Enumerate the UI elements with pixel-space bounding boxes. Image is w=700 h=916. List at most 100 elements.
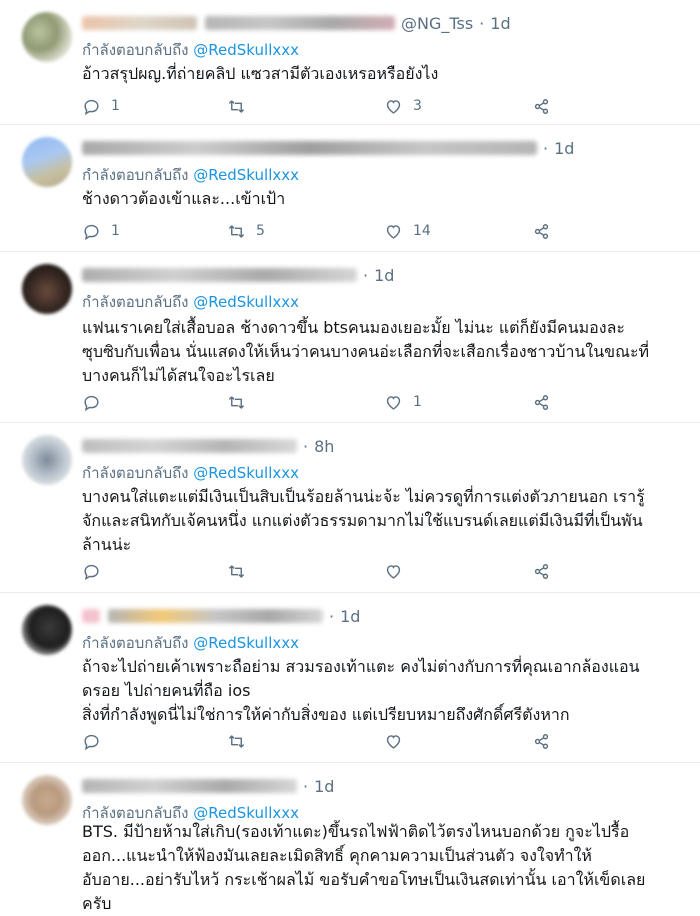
retweet-icon (228, 99, 245, 113)
like-button[interactable] (384, 559, 413, 583)
reply-icon (84, 395, 99, 411)
reply-button[interactable] (82, 390, 111, 414)
share-button[interactable] (532, 559, 551, 583)
timestamp[interactable]: 1d (340, 607, 360, 626)
tweet-header: @NG_Tss · 1d (82, 12, 511, 34)
reply-button[interactable]: 1 (82, 94, 120, 118)
avatar[interactable] (22, 775, 72, 825)
tweet-text: อ้าวสรุปผญ.ที่ถ่ายคลิป แซวสามีตัวเองเหรอ… (82, 62, 672, 86)
tweet-text: บางคนใส่แตะแต่มีเงินเป็นสิบเป็นร้อยล้านน… (82, 485, 672, 557)
tweet-text-line: ดรอย ไปถ่ายคนที่ถือ ios (82, 681, 251, 700)
timestamp[interactable]: 1d (554, 139, 574, 158)
replying-to: กำลังตอบกลับถึง @RedSkullxxx (82, 290, 299, 314)
share-button[interactable] (532, 729, 551, 753)
action-bar: 1 3 (82, 94, 562, 118)
redacted-display-name[interactable] (108, 609, 323, 623)
retweet-icon (228, 734, 245, 748)
separator-dot: · (329, 606, 335, 626)
like-icon (386, 99, 401, 114)
share-icon (534, 98, 549, 114)
tweet-text-line: ล้านน่ะ (82, 535, 132, 554)
replying-to: กำลังตอบกลับถึง @RedSkullxxx (82, 631, 299, 655)
redacted-display-name[interactable] (82, 439, 297, 453)
replying-to-label: กำลังตอบกลับถึง (82, 293, 189, 311)
retweet-button[interactable] (227, 390, 256, 414)
redacted-display-name[interactable] (82, 16, 197, 30)
reply-tweet[interactable]: @NG_Tss · 1d กำลังตอบกลับถึง @RedSkullxx… (0, 0, 700, 125)
like-button[interactable] (384, 729, 413, 753)
tweet-text: แฟนเราเคยใส่เสื้อบอล ช้างดาวขึ้น btsคนมอ… (82, 316, 672, 388)
reply-tweet[interactable]: · 1d กำลังตอบกลับถึง @RedSkullxxx ถ้าจะไ… (0, 593, 700, 763)
tweet-text-line: BTS. มีป้ายห้ามใส่เกิบ(รองเท้าแตะ)ขึ้นรถ… (82, 822, 630, 841)
share-button[interactable] (532, 219, 551, 243)
avatar[interactable] (22, 264, 72, 314)
like-icon (386, 395, 401, 410)
reply-tweet[interactable]: · 8h กำลังตอบกลับถึง @RedSkullxxx บางคนใ… (0, 423, 700, 593)
like-button[interactable]: 3 (384, 94, 422, 118)
timestamp[interactable]: 1d (314, 777, 334, 796)
tweet-text: BTS. มีป้ายห้ามใส่เกิบ(รองเท้าแตะ)ขึ้นรถ… (82, 820, 672, 916)
redacted-display-name[interactable] (82, 141, 537, 155)
mention-link[interactable]: @RedSkullxxx (193, 41, 299, 59)
reply-tweet[interactable]: · 1d กำลังตอบกลับถึง @RedSkullxxx ช้างดา… (0, 125, 700, 252)
retweet-button[interactable] (227, 94, 256, 118)
mention-link[interactable]: @RedSkullxxx (193, 464, 299, 482)
mention-link[interactable]: @RedSkullxxx (193, 293, 299, 311)
reply-button[interactable]: 1 (82, 219, 120, 243)
user-handle[interactable]: @NG_Tss (401, 14, 473, 33)
like-icon (386, 734, 401, 749)
reply-tweet[interactable]: · 1d กำลังตอบกลับถึง @RedSkullxxx แฟนเรา… (0, 252, 700, 423)
retweet-button[interactable] (227, 729, 256, 753)
timestamp[interactable]: 8h (314, 437, 334, 456)
separator-dot: · (479, 13, 485, 33)
like-count: 1 (413, 394, 422, 410)
avatar[interactable] (22, 12, 72, 62)
reply-icon (84, 224, 99, 240)
redacted-display-name[interactable] (82, 779, 297, 793)
reply-feed: @NG_Tss · 1d กำลังตอบกลับถึง @RedSkullxx… (0, 0, 700, 913)
share-button[interactable] (532, 94, 551, 118)
like-button[interactable]: 14 (384, 219, 431, 243)
tweet-text-line: ช้างดาวต้องเข้าและ...เข้าเป้า (82, 189, 286, 208)
replying-to-label: กำลังตอบกลับถึง (82, 464, 189, 482)
action-bar (82, 559, 562, 583)
separator-dot: · (363, 265, 369, 285)
share-button[interactable] (532, 390, 551, 414)
avatar[interactable] (22, 435, 72, 485)
tweet-text-line: ออก...แนะนำให้ฟ้องมันเลยละเมิดสิทธิ์ คุก… (82, 846, 592, 865)
retweet-icon (228, 224, 245, 238)
avatar[interactable] (22, 605, 72, 655)
timestamp[interactable]: 1d (374, 266, 394, 285)
share-icon (534, 394, 549, 410)
redacted-display-name[interactable] (205, 16, 395, 30)
reply-button[interactable] (82, 729, 111, 753)
action-bar: 1 (82, 390, 562, 414)
replying-to-label: กำลังตอบกลับถึง (82, 166, 189, 184)
retweet-button[interactable] (227, 559, 256, 583)
avatar[interactable] (22, 137, 72, 187)
retweet-button[interactable]: 5 (227, 219, 265, 243)
reply-count: 1 (111, 223, 120, 239)
mention-link[interactable]: @RedSkullxxx (193, 166, 299, 184)
tweet-header: · 1d (82, 264, 394, 286)
like-icon (386, 224, 401, 239)
redacted-display-name[interactable] (82, 609, 100, 623)
like-button[interactable]: 1 (384, 390, 422, 414)
replying-to: กำลังตอบกลับถึง @RedSkullxxx (82, 38, 299, 62)
tweet-header: · 1d (82, 775, 334, 797)
timestamp[interactable]: 1d (490, 14, 510, 33)
tweet-text-line: สิ่งที่กำลังพูดนี่ไม่ใช่การให้ค่ากับสิ่ง… (82, 705, 570, 724)
tweet-text-line: บางคนก็ไม่ได้สนใจอะไรเลย (82, 366, 275, 385)
action-bar (82, 729, 562, 753)
retweet-icon (228, 564, 245, 578)
reply-icon (84, 99, 99, 115)
reply-tweet[interactable]: · 1d กำลังตอบกลับถึง @RedSkullxxx BTS. ม… (0, 763, 700, 913)
share-icon (534, 223, 549, 239)
replying-to: กำลังตอบกลับถึง @RedSkullxxx (82, 163, 299, 187)
tweet-text-line: จักและสนิทกับเจ้คนหนึ่ง แกแต่งตัวธรรมดาม… (82, 511, 643, 530)
redacted-display-name[interactable] (82, 268, 357, 282)
mention-link[interactable]: @RedSkullxxx (193, 634, 299, 652)
tweet-header: · 8h (82, 435, 334, 457)
tweet-text-line: ถ้าจะไปถ่ายเค้าเพราะถือย่าม สวมรองเท้าแต… (82, 657, 640, 676)
reply-button[interactable] (82, 559, 111, 583)
